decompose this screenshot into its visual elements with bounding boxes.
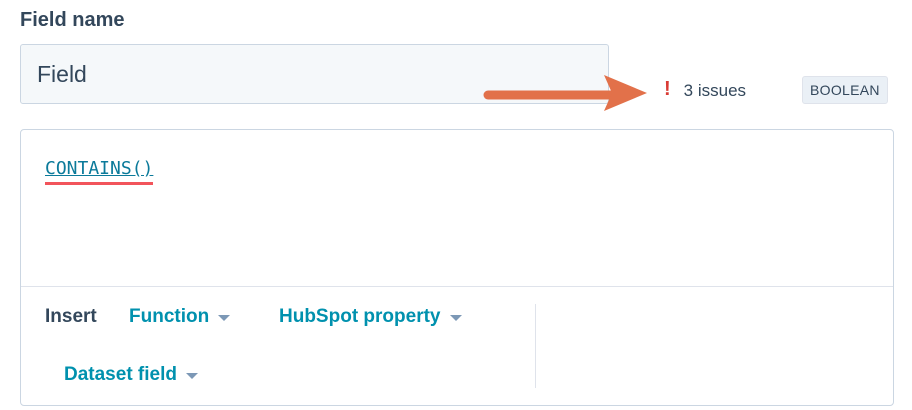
function-dropdown-label: Function [129, 306, 210, 327]
insert-label: Insert [45, 306, 97, 327]
dataset-field-dropdown-label: Dataset field [64, 364, 177, 385]
dataset-field-dropdown[interactable]: Dataset field [64, 364, 198, 386]
formula-field-editor: Field name ! 3 issues BOOLEAN CONTAINS()… [0, 0, 912, 410]
exclamation-icon: ! [664, 77, 671, 100]
formula-code-area[interactable]: CONTAINS() [21, 130, 893, 286]
annotation-arrow-icon [483, 75, 647, 111]
issues-count: 3 issues [683, 81, 747, 100]
toolbar-separator [535, 304, 536, 388]
field-name-label: Field name [20, 9, 125, 31]
caret-down-icon [185, 373, 198, 379]
issues-indicator[interactable]: ! 3 issues [664, 78, 746, 104]
caret-down-icon [218, 315, 231, 321]
formula-editor: CONTAINS() Insert Function HubSpot prope… [20, 129, 894, 406]
caret-down-icon [449, 315, 462, 321]
hubspot-property-dropdown-label: HubSpot property [279, 306, 441, 327]
hubspot-property-dropdown[interactable]: HubSpot property [279, 306, 462, 328]
function-dropdown[interactable]: Function [129, 306, 231, 328]
return-type-badge: BOOLEAN [802, 76, 888, 104]
formula-code-text[interactable]: CONTAINS() [45, 157, 154, 185]
insert-toolbar: Insert Function HubSpot property Dataset… [21, 287, 893, 405]
